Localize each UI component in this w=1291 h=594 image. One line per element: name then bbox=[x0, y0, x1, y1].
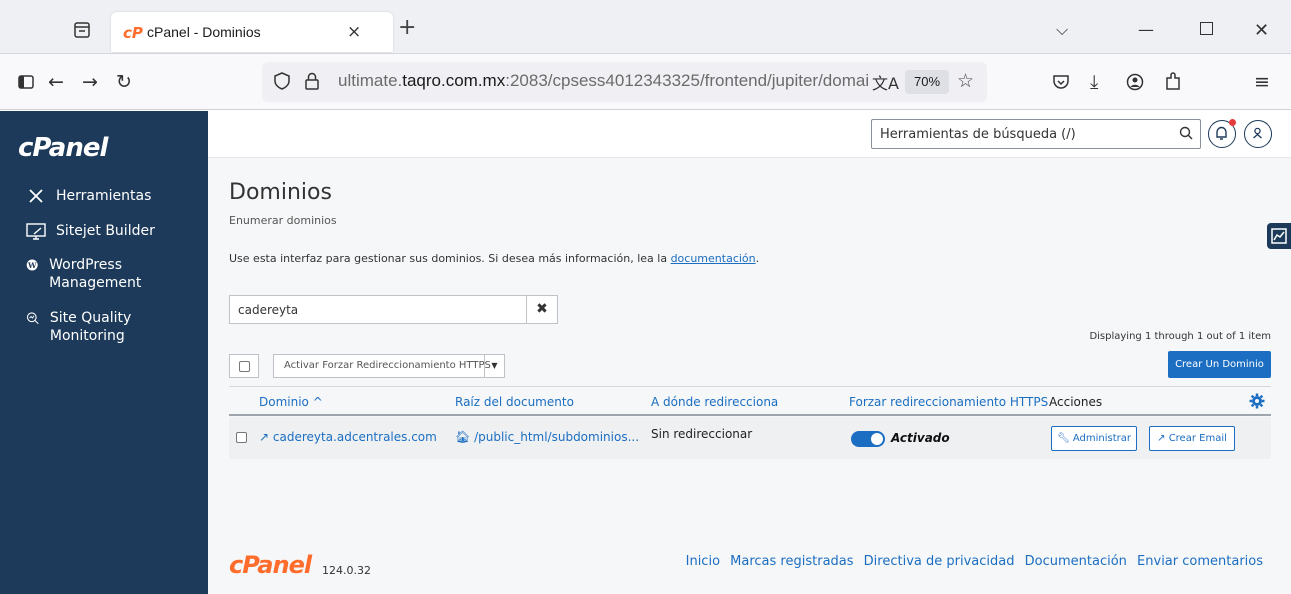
page-description: Use esta interfaz para gestionar sus dom… bbox=[229, 252, 760, 265]
back-arrow-icon[interactable]: ← bbox=[48, 72, 64, 92]
tab-overflow-chevron-icon[interactable]: ⌵ bbox=[1056, 20, 1068, 40]
search-icon[interactable] bbox=[1179, 126, 1193, 140]
new-tab-icon[interactable]: + bbox=[398, 17, 416, 39]
sidebar-item-label: Site Quality Monitoring bbox=[49, 310, 132, 344]
notifications-bell-icon[interactable] bbox=[1208, 119, 1236, 148]
sidebar-item-sitejet[interactable]: Sitejet Builder bbox=[26, 222, 155, 240]
home-icon: 🏠︎ bbox=[455, 430, 471, 444]
results-count: Displaying 1 through 1 out of 1 item bbox=[1089, 331, 1271, 342]
bookmark-star-icon[interactable]: ☆ bbox=[957, 70, 974, 92]
minimize-icon[interactable]: — bbox=[1138, 20, 1154, 39]
browser-tab-bar: cP cPanel - Dominios × + ⌵ — ✕ bbox=[0, 0, 1291, 54]
monitor-icon bbox=[26, 223, 46, 240]
caret-down-icon[interactable]: ▼ bbox=[484, 355, 504, 377]
window-close-icon[interactable]: ✕ bbox=[1254, 20, 1269, 41]
column-redirect[interactable]: A dónde redirecciona bbox=[651, 395, 778, 409]
browser-nav-bar: ← → ↻ ultimate.taqro.com.mx:2083/cpsess4… bbox=[0, 54, 1291, 110]
svg-text:W: W bbox=[27, 261, 37, 270]
chart-widget-icon[interactable] bbox=[1267, 223, 1291, 249]
bulk-action-label: Activar Forzar Redireccionamiento HTTPS bbox=[284, 360, 491, 371]
tools-icon bbox=[29, 189, 43, 203]
external-link-icon: ↗ bbox=[259, 430, 270, 444]
force-https-status: Activado bbox=[891, 431, 950, 445]
main-content: Dominios Enumerar dominios Use esta inte… bbox=[208, 158, 1291, 594]
wrench-icon: 🔧︎ bbox=[1056, 433, 1070, 444]
docroot-link[interactable]: 🏠︎ /public_html/subdominios... bbox=[455, 430, 639, 444]
wordpress-icon: W bbox=[26, 259, 38, 271]
footer-link-docs[interactable]: Documentación bbox=[1025, 554, 1127, 569]
force-https-toggle[interactable] bbox=[851, 431, 885, 447]
column-actions: Acciones bbox=[1049, 395, 1103, 409]
documentation-link[interactable]: documentación bbox=[671, 252, 756, 265]
sidebar-item-wordpress[interactable]: W WordPress Management bbox=[26, 256, 166, 292]
cpanel-logo[interactable]: cPanel bbox=[18, 133, 108, 163]
sidebar-item-herramientas[interactable]: Herramientas bbox=[26, 187, 151, 205]
page-subtitle: Enumerar dominios bbox=[229, 214, 337, 227]
filter-value: cadereyta bbox=[238, 303, 299, 317]
tab-title: cPanel - Dominios bbox=[147, 24, 261, 40]
account-icon[interactable] bbox=[1126, 73, 1144, 91]
cpanel-favicon-icon: cP bbox=[123, 24, 143, 42]
footer-links: Inicio Marcas registradas Directiva de p… bbox=[680, 554, 1263, 569]
select-all-checkbox[interactable] bbox=[229, 354, 259, 378]
pocket-icon[interactable] bbox=[1052, 73, 1070, 91]
footer-cpanel-logo: cPanel bbox=[229, 551, 312, 579]
page-title: Dominios bbox=[229, 180, 332, 205]
cpanel-top-bar: Herramientas de búsqueda (/) bbox=[208, 111, 1291, 158]
bulk-action-dropdown[interactable]: Activar Forzar Redireccionamiento HTTPS … bbox=[273, 354, 505, 378]
tab-close-icon[interactable]: × bbox=[347, 22, 361, 42]
tools-search-input[interactable]: Herramientas de búsqueda (/) bbox=[871, 119, 1201, 149]
forward-arrow-icon[interactable]: → bbox=[82, 72, 98, 92]
create-email-button[interactable]: ↗ Crear Email bbox=[1149, 426, 1235, 451]
url-text: ultimate.taqro.com.mx:2083/cpsess4012343… bbox=[338, 71, 868, 90]
redirect-value: Sin redireccionar bbox=[651, 427, 753, 441]
extensions-icon[interactable] bbox=[1164, 72, 1182, 92]
column-domain[interactable]: Dominio ^ bbox=[259, 395, 323, 409]
sidebar-item-site-quality[interactable]: Site Quality Monitoring bbox=[26, 309, 166, 345]
download-icon[interactable]: ⤓ bbox=[1090, 72, 1098, 92]
reload-icon[interactable]: ↻ bbox=[116, 72, 132, 92]
sidebar-item-label: Sitejet Builder bbox=[56, 223, 155, 239]
footer-link-feedback[interactable]: Enviar comentarios bbox=[1137, 554, 1263, 569]
lock-icon[interactable] bbox=[304, 72, 320, 90]
create-domain-button[interactable]: Crear Un Dominio bbox=[1168, 351, 1271, 378]
column-docroot[interactable]: Raíz del documento bbox=[455, 395, 574, 409]
zoom-level[interactable]: 70% bbox=[905, 70, 949, 94]
domain-link[interactable]: ↗ cadereyta.adcentrales.com bbox=[259, 430, 437, 444]
footer-link-privacy[interactable]: Directiva de privacidad bbox=[864, 554, 1015, 569]
column-force-https[interactable]: Forzar redireccionamiento HTTPS bbox=[849, 395, 1048, 409]
user-menu-icon[interactable] bbox=[1244, 120, 1272, 148]
translate-icon[interactable]: 文A bbox=[872, 70, 899, 94]
menu-icon[interactable]: ≡ bbox=[1254, 72, 1270, 92]
browser-tab[interactable]: cP cPanel - Dominios × bbox=[111, 12, 393, 52]
external-link-icon: ↗ bbox=[1157, 433, 1166, 444]
row-checkbox[interactable] bbox=[236, 432, 247, 443]
shield-icon[interactable] bbox=[274, 72, 290, 90]
footer-link-inicio[interactable]: Inicio bbox=[686, 554, 720, 569]
notification-dot bbox=[1229, 119, 1236, 126]
manage-button[interactable]: 🔧︎ Administrar bbox=[1051, 426, 1137, 451]
address-bar[interactable]: ultimate.taqro.com.mx:2083/cpsess4012343… bbox=[262, 62, 987, 102]
search-placeholder: Herramientas de búsqueda (/) bbox=[880, 127, 1076, 142]
footer-version: 124.0.32 bbox=[322, 564, 371, 577]
clear-filter-button[interactable]: ✖ bbox=[527, 295, 558, 324]
tab-list-icon[interactable] bbox=[72, 20, 92, 40]
gear-icon[interactable] bbox=[1249, 393, 1265, 409]
sidebar-item-label: Herramientas bbox=[56, 188, 152, 204]
cpanel-sidebar: cPanel Herramientas Sitejet Builder W Wo… bbox=[0, 111, 208, 594]
magnifier-icon bbox=[26, 312, 39, 325]
sidebar-item-label: WordPress Management bbox=[49, 257, 142, 291]
maximize-icon[interactable] bbox=[1200, 22, 1213, 35]
table-row: ↗ cadereyta.adcentrales.com 🏠︎ /public_h… bbox=[229, 417, 1271, 459]
sidebar-toggle-icon[interactable] bbox=[18, 74, 34, 90]
user-icon bbox=[1253, 127, 1262, 139]
footer-link-trademarks[interactable]: Marcas registradas bbox=[730, 554, 853, 569]
table-header: Dominio ^ Raíz del documento A dónde red… bbox=[229, 386, 1271, 416]
domain-filter-input[interactable]: cadereyta bbox=[229, 295, 527, 324]
